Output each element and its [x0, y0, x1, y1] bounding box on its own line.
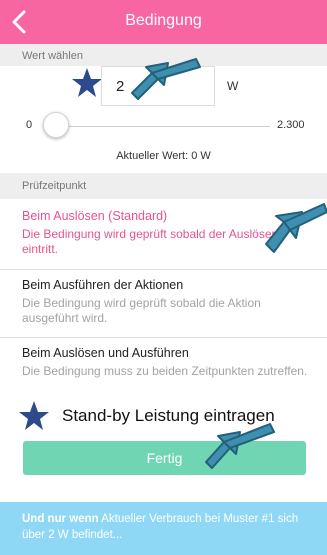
unit-label: W — [227, 79, 239, 93]
arrow-icon — [205, 423, 275, 469]
option-description: Die Bedingung wird geprüft sobald die Ak… — [22, 296, 261, 325]
header-bar: Bedingung — [0, 0, 327, 44]
option-title: Beim Auslösen und Ausführen — [22, 346, 189, 360]
divider — [0, 337, 327, 338]
option-description: Die Bedingung muss zu beiden Zeitpunkten… — [22, 364, 308, 378]
star-icon — [72, 68, 102, 97]
divider — [0, 269, 327, 270]
slider-min-label: 0 — [26, 119, 33, 131]
arrow-icon — [131, 58, 201, 100]
condition-summary: Und nur wenn Aktueller Verbrauch bei Mus… — [0, 502, 327, 555]
option-on-trigger-and-execute[interactable]: Beim Auslösen und Ausführen Die Bedingun… — [0, 345, 327, 379]
star-icon — [19, 401, 49, 430]
slider-max-label: 2.300 — [277, 119, 305, 131]
arrow-icon — [265, 203, 327, 253]
current-value-label: Aktueller Wert: 0 W — [116, 150, 211, 162]
section-heading-check: Prüfzeitpunkt — [0, 173, 327, 199]
slider-thumb[interactable] — [43, 112, 69, 138]
option-title: Beim Ausführen der Aktionen — [22, 278, 184, 292]
option-on-execute[interactable]: Beim Ausführen der Aktionen Die Bedingun… — [0, 277, 327, 326]
slider-track[interactable] — [46, 126, 270, 127]
summary-bold: Und nur wenn — [22, 513, 99, 525]
page-title: Bedingung — [125, 12, 202, 29]
